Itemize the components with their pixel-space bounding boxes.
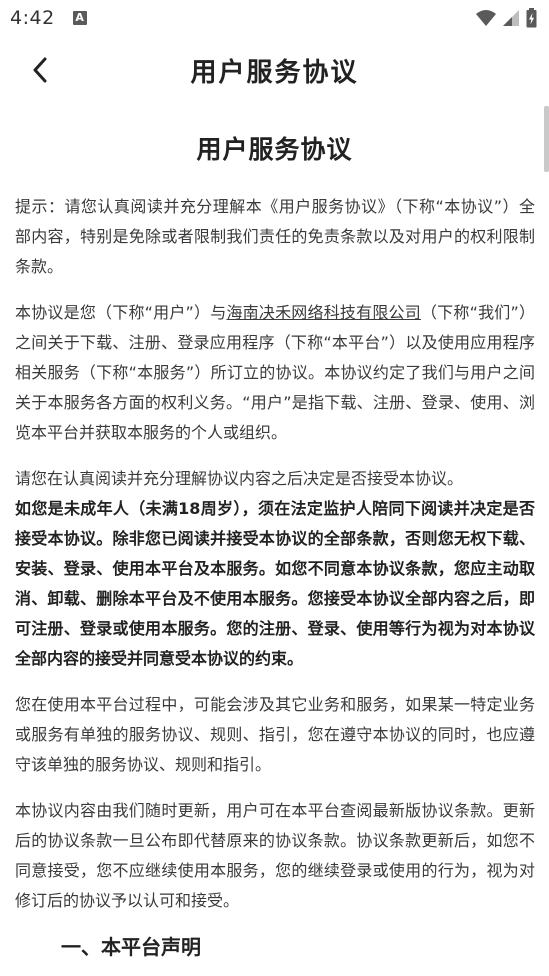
paragraph-acceptance: 请您在认真阅读并充分理解协议内容之后决定是否接受本协议。如您是未成年人（未满18… bbox=[15, 464, 535, 674]
agreement-content[interactable]: 用户服务协议 提示：请您认真阅读并充分理解本《用户服务协议》（下称“本协议”）全… bbox=[0, 106, 549, 976]
cellular-signal-icon bbox=[502, 9, 520, 27]
wifi-icon bbox=[476, 9, 496, 27]
paragraph-parties-start: 本协议是您（下称“用户”）与 bbox=[15, 303, 227, 322]
status-time: 4:42 bbox=[10, 7, 55, 29]
page-title: 用户服务协议 bbox=[190, 58, 359, 88]
agreement-text: 提示：请您认真阅读并充分理解本《用户服务协议》（下称“本协议”）全部内容，特别是… bbox=[15, 192, 535, 962]
paragraph-notice: 提示：请您认真阅读并充分理解本《用户服务协议》（下称“本协议”）全部内容，特别是… bbox=[15, 197, 535, 276]
a-letter-icon: A bbox=[72, 11, 87, 25]
section-title: 一、本平台声明 bbox=[61, 935, 201, 959]
paragraph-parties-end: （下称“我们”）之间关于下载、注册、登录应用程序（下称“本平台”）以及使用应用程… bbox=[15, 303, 535, 442]
paragraph-updates: 本协议内容由我们随时更新，用户可在本平台查阅最新版协议条款。更新后的协议条款一旦… bbox=[15, 801, 535, 910]
paragraph-parties: 本协议是您（下称“用户”）与海南决禾网络科技有限公司（下称“我们”）之间关于下载… bbox=[15, 298, 535, 448]
status-icons bbox=[476, 8, 537, 28]
paragraph-other-services: 您在使用本平台过程中，可能会涉及其它业务和服务，如果某一特定业务或服务有单独的服… bbox=[15, 695, 535, 774]
app-bar: 用户服务协议 bbox=[0, 36, 549, 106]
status-bar: 4:42 A bbox=[0, 0, 549, 36]
company-link[interactable]: 海南决禾网络科技有限公司 bbox=[226, 303, 420, 322]
paragraph-acceptance-normal: 请您在认真阅读并充分理解协议内容之后决定是否接受本协议。 bbox=[15, 469, 464, 488]
battery-charging-icon bbox=[526, 8, 537, 28]
document-title: 用户服务协议 bbox=[196, 135, 353, 164]
paragraph-acceptance-bold: 如您是未成年人（未满18周岁），须在法定监护人陪同下阅读并决定是否接受本协议。除… bbox=[15, 499, 535, 668]
